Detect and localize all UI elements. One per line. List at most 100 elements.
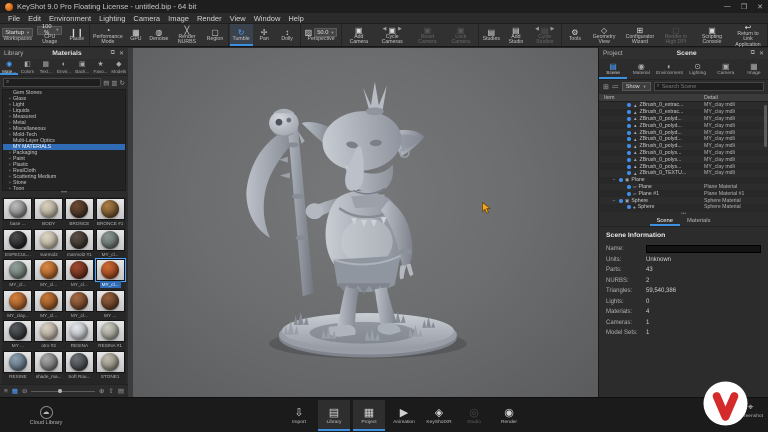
visibility-dot-icon[interactable]	[627, 137, 631, 141]
cycle-cameras-button[interactable]: ◀▣▶Cycle Cameras	[374, 24, 410, 46]
tree-row[interactable]: −▣Plane	[599, 177, 768, 184]
tree-row[interactable]: ▱PlanePlane Material	[599, 184, 768, 191]
visibility-dot-icon[interactable]	[627, 192, 631, 196]
add-folder-icon[interactable]: ▤	[118, 387, 124, 395]
visibility-dot-icon[interactable]	[627, 131, 631, 135]
prev-arrow-icon[interactable]: ◀	[535, 27, 539, 32]
tree-row[interactable]: ●SphereSphere Material	[599, 204, 768, 211]
maximize-button[interactable]: ❒	[741, 3, 747, 11]
tree-row[interactable]: ▲ZBrush_0_polys...MY_clay mdli	[599, 163, 768, 170]
menu-image[interactable]: Image	[164, 14, 193, 23]
project-tab-image[interactable]: ▦Image	[740, 59, 768, 79]
menu-window[interactable]: Window	[250, 14, 285, 23]
project-close-icon[interactable]: ✕	[759, 50, 764, 57]
material-thumb[interactable]: MY_cl...	[34, 259, 64, 290]
add-studio-button[interactable]: ▤Add Studio	[503, 24, 529, 46]
tree-row[interactable]: ▲ZBrush_0_polyd...MY_clay mdli	[599, 136, 768, 143]
material-thumb[interactable]: base ...	[3, 198, 33, 229]
geometry-view-button[interactable]: ◇Geometry View	[586, 24, 622, 46]
list-view-icon[interactable]: ≡	[4, 388, 8, 395]
library-tab-favorites[interactable]: ★Favo...	[91, 59, 109, 75]
return-link-button[interactable]: ↩Return to Link Application	[730, 24, 766, 46]
library-tab-textures[interactable]: ▦Text...	[37, 59, 55, 75]
menu-render[interactable]: Render	[193, 14, 226, 23]
ribbon-project-button[interactable]: ▦Project	[353, 400, 385, 431]
project-tab-material[interactable]: ◉Material	[627, 59, 655, 79]
column-detail[interactable]: Detail	[704, 95, 768, 101]
library-float-icon[interactable]: ⧉	[111, 50, 115, 57]
menu-view[interactable]: View	[226, 14, 250, 23]
material-thumb[interactable]: marmol2	[34, 229, 64, 260]
realtime-viewport[interactable]	[133, 48, 598, 397]
visibility-dot-icon[interactable]	[627, 151, 631, 155]
pan-button[interactable]: ✢Pan	[253, 24, 276, 46]
visibility-dot-icon[interactable]	[627, 185, 631, 189]
column-item[interactable]: Item	[599, 95, 704, 101]
tree-options-icon[interactable]: ≔	[612, 83, 619, 91]
material-thumb[interactable]: Soft Rou...	[65, 351, 95, 382]
library-tab-backplates[interactable]: ▣Back...	[73, 59, 91, 75]
tree-row[interactable]: ▱Plane #1Plane Material #1	[599, 190, 768, 197]
slider-knob[interactable]	[58, 389, 62, 393]
tree-row[interactable]: ▲ZBrush_0_TEXTU...MY_clay mdli	[599, 170, 768, 177]
library-tab-environments[interactable]: ◐Envir...	[55, 59, 73, 75]
cloud-library-button[interactable]: ☁ Cloud Library	[14, 401, 78, 430]
tree-row[interactable]: ▲ZBrush_0_extrac...MY_clay mdli	[599, 109, 768, 116]
region-button[interactable]: ▢Region	[204, 24, 227, 46]
zoom-out-icon[interactable]: ⊖	[22, 387, 27, 395]
workspaces-button[interactable]: Startup▼Workspaces	[1, 24, 34, 46]
visibility-dot-icon[interactable]	[627, 205, 631, 209]
visibility-dot-icon[interactable]	[627, 117, 631, 121]
tree-row[interactable]: ▲ZBrush_0_polys...MY_clay mdli	[599, 156, 768, 163]
add-group-icon[interactable]: ⊞	[603, 83, 609, 91]
next-arrow-icon[interactable]: ▶	[550, 27, 554, 32]
tree-row[interactable]: ▲ZBrush_0_polyd...MY_clay mdli	[599, 122, 768, 129]
visibility-dot-icon[interactable]	[627, 110, 631, 114]
material-thumb[interactable]: MY ...	[95, 290, 125, 321]
project-tab-camera[interactable]: ▣Camera	[712, 59, 740, 79]
menu-help[interactable]: Help	[284, 14, 307, 23]
ribbon-import-button[interactable]: ⇩Import	[283, 400, 315, 431]
scene-search-input[interactable]: ⌕ Search Scene	[654, 82, 764, 91]
material-thumb[interactable]: RESINA	[65, 320, 95, 351]
tumble-button[interactable]: ↻Tumble	[230, 24, 253, 46]
tree-row[interactable]: ▲ZBrush_0_polyd...MY_clay mdli	[599, 116, 768, 123]
tree-row[interactable]: −▣SphereSphere Material	[599, 197, 768, 204]
tree-row[interactable]: ▲ZBrush_0_polyd...MY_clay mdli	[599, 143, 768, 150]
minimize-button[interactable]: —	[724, 3, 731, 11]
project-float-icon[interactable]: ⧉	[751, 50, 755, 57]
gpu-button[interactable]: ▦GPU	[124, 24, 147, 46]
pause-button[interactable]: ❙❙Pause	[65, 24, 88, 46]
dolly-button[interactable]: ↕Dolly	[276, 24, 299, 46]
tree-row[interactable]: ▲ZBrush_0_extrac...MY_clay mdli	[599, 102, 768, 109]
cpu-usage-button[interactable]: 100 %▼CPU Usage	[34, 24, 65, 46]
material-thumb[interactable]: STONE1	[95, 351, 125, 382]
material-thumb[interactable]: marmol2 #1	[65, 229, 95, 260]
upload-icon[interactable]: ⇧	[108, 387, 113, 395]
visibility-dot-icon[interactable]	[627, 165, 631, 169]
next-arrow-icon[interactable]: ▶	[398, 27, 402, 32]
ribbon-animation-button[interactable]: ▶Animation	[388, 400, 420, 431]
render-nurbs-button[interactable]: ╳Render NURBS	[170, 24, 203, 46]
collapse-icon[interactable]: −	[611, 198, 617, 204]
visibility-dot-icon[interactable]	[627, 158, 631, 162]
material-thumb[interactable]: shade_ma...	[34, 351, 64, 382]
menu-lighting[interactable]: Lighting	[95, 14, 129, 23]
thumbnail-size-slider[interactable]	[31, 391, 95, 392]
prev-arrow-icon[interactable]: ◀	[383, 27, 387, 32]
ribbon-render-button[interactable]: ◉Render	[493, 400, 525, 431]
menu-environment[interactable]: Environment	[45, 14, 95, 23]
material-thumb[interactable]: BODY	[34, 198, 64, 229]
ribbon-library-button[interactable]: ▤Library	[318, 400, 350, 431]
visibility-dot-icon[interactable]	[619, 178, 623, 182]
studies-button[interactable]: ▤Studies	[480, 24, 503, 46]
project-tab-environment[interactable]: ◐Environment	[655, 59, 683, 79]
material-thumb[interactable]: BRONCE #1	[95, 198, 125, 229]
ribbon-keyshotxr-button[interactable]: ◈KeyShotXR	[423, 400, 455, 431]
library-tab-colors[interactable]: ◧Colors	[18, 59, 36, 75]
library-tab-models[interactable]: ◆Models	[110, 59, 128, 75]
visibility-dot-icon[interactable]	[627, 124, 631, 128]
tools-button[interactable]: ⚙Tools	[563, 24, 586, 46]
add-camera-button[interactable]: ▣Add Camera	[343, 24, 374, 46]
project-tab-lighting[interactable]: ⊙Lighting	[684, 59, 712, 79]
